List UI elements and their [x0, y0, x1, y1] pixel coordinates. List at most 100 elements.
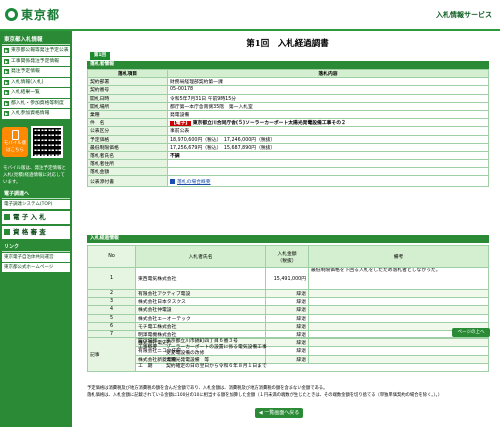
sidebar-link-tokyo-homepage[interactable]: 東京都公式ホームページ — [2, 262, 70, 272]
row-label: 開札場所 — [87, 101, 168, 111]
table-row: 契約部署 財務局経理部契約第一課 — [87, 77, 489, 87]
bid-no: 3 — [87, 297, 136, 307]
sidebar-link-joint-operation[interactable]: 東京電子自治体共同運営 — [2, 252, 70, 262]
back-to-list-button[interactable]: ◀ 一覧画面へ戻る — [255, 408, 303, 418]
table-row: 6 モチ電工株式会社 辞退 — [87, 321, 489, 331]
column-header-remarks: 備考 — [308, 245, 489, 268]
remarks-label: 記事 — [87, 336, 136, 373]
row-label: 公表添付書 — [87, 175, 168, 188]
remarks-table: 記事 履行場所 東京都立川市錦町四丁目６番３号 工事概要 ソーラーカーポートの設置に… — [87, 336, 489, 373]
table-row: 契約番号 05-00178 — [87, 85, 489, 95]
row-value: 05-00178 — [167, 85, 489, 95]
tokyo-emblem-icon — [5, 8, 18, 21]
table-row: 件 名【電子】 東京都立川合同庁舎(５)ソーラーカーポート太陽光発電設備工事その… — [87, 118, 489, 128]
bid-no: 5 — [87, 313, 136, 323]
table-row: 公表添付書 落札の場合概要 — [87, 175, 489, 188]
table-row: 業種 発電設備 — [87, 109, 489, 120]
column-header-content: 落札内容 — [167, 68, 489, 79]
winner-info-table: 落札項目 落札内容 契約部署 財務局経理部契約第一課 契約番号 05-00178 開… — [87, 68, 489, 188]
arrow-right-icon: ▶ — [4, 90, 9, 96]
qr-code-icon — [33, 127, 61, 156]
bid-amount: 辞退 — [265, 288, 309, 299]
mobile-note: モバイル版は、発注予定情報と入札(見積)経過情報に対応しています。 — [3, 165, 66, 185]
column-header-bidder: 入札者氏名 — [135, 245, 266, 268]
table-row: 落札者氏名 不調 — [87, 150, 489, 161]
arrow-right-icon: ▶ — [4, 111, 9, 117]
contract-title: 東京都立川合同庁舎(５)ソーラーカーポート太陽光発電設備工事その２ — [192, 121, 346, 127]
pdf-icon — [170, 178, 175, 184]
bid-remarks: 最低制限価格を下回る入札をしたため落札者としなかった。 — [308, 267, 489, 290]
table-row: 落札者住所 — [87, 159, 489, 169]
row-label: 契約部署 — [87, 77, 168, 87]
row-value: 落札の場合概要 — [167, 175, 489, 188]
row-label: 契約番号 — [87, 85, 168, 95]
sidebar-item-qualification[interactable]: ▶ 入札参加資格情報 — [2, 109, 70, 119]
row-label: 開札日時 — [87, 93, 168, 103]
sidebar-section-heading-links: リンク — [2, 243, 70, 252]
page-top-button[interactable]: ページの上へ — [452, 328, 490, 337]
bid-remarks — [308, 305, 489, 315]
mobile-badge[interactable]: モバイル版 はこちら — [2, 126, 28, 157]
sidebar-item-bid-info[interactable]: ▶ 入札情報(入札) — [2, 77, 70, 87]
header: 東京都 入札情報サービス — [0, 0, 500, 31]
mobile-promo[interactable]: モバイル版 はこちら — [2, 123, 70, 161]
table-row: 記事 履行場所 東京都立川市錦町四丁目６番３号 工事概要 ソーラーカーポートの設置に… — [87, 336, 489, 373]
bid-amount: 辞退 — [265, 297, 309, 307]
table-row: 予定価格 18,970,600円（税込） 17,246,000円（税抜） — [87, 134, 489, 144]
row-value: 事前公表 — [167, 126, 489, 136]
sidebar-item-bid-results[interactable]: ▶ 入札結果一覧 — [2, 88, 70, 98]
row-label: 落札者氏名 — [87, 150, 168, 161]
table-row: 1 東西電気株式会社 15,491,000円 最低制限価格を下回る入札をしたため… — [87, 267, 489, 290]
bidder-name: 東西電気株式会社 — [135, 267, 266, 290]
sidebar-item-construction-schedule[interactable]: ▶ 工事関係発注予定情報 — [2, 56, 70, 66]
sidebar-item-e-bidding[interactable]: 電 子 入 札 — [2, 210, 70, 224]
bid-amount: 辞退 — [265, 305, 309, 315]
sidebar-item-qualification-review[interactable]: 資 格 審 査 — [2, 225, 70, 239]
row-value: 令和5年7月31日 午前9時15分 — [167, 93, 489, 103]
bid-amount: 15,491,000円 — [265, 267, 309, 290]
table-row: 3 株式会社日本タスクス 辞退 — [87, 297, 489, 307]
bid-no: 1 — [87, 267, 136, 290]
bidder-name: モチ電工株式会社 — [135, 321, 266, 331]
sidebar-item-public-notice[interactable]: ▶ 東京都公報等発注予定公表 — [2, 46, 70, 56]
bid-no: 2 — [87, 288, 136, 299]
arrow-right-icon: ▶ — [4, 48, 9, 54]
section-header-bids: 入札経過情報 — [87, 235, 489, 243]
row-label: 公表区分 — [87, 126, 168, 136]
sidebar-link-e-procurement[interactable]: 電子調達システム(TOP) — [2, 199, 70, 209]
bid-amount: 辞退 — [265, 313, 309, 323]
sidebar-item-order-schedule[interactable]: ▶ 発注予定情報 — [2, 67, 70, 77]
round-badge: 第1回 — [90, 52, 110, 60]
table-row: 開札場所 都庁第一本庁舎南側35階 第一入札室 — [87, 101, 489, 111]
footnote-award-price: 落札価格は、入札金額に記載されている金額に100分の10に相当する額を加算した金… — [87, 392, 443, 398]
row-label: 落札者住所 — [87, 159, 168, 169]
table-row: 最低制限価格 17,256,679円（税込） 15,687,890円（税抜） — [87, 142, 489, 152]
row-value — [167, 167, 489, 177]
column-header-item: 落札項目 — [87, 68, 168, 79]
sidebar-item-bid-system[interactable]: ▶ 都入札・参加資格等制度 — [2, 98, 70, 108]
summary-link[interactable]: 落札の場合概要 — [177, 180, 211, 185]
row-label: 予定価格 — [87, 134, 168, 144]
sidebar-section-heading: 東京都入札情報 — [2, 35, 70, 45]
table-row: 5 株式会社エーオーテック 辞退 — [87, 313, 489, 323]
service-title: 入札情報サービス — [436, 11, 492, 19]
row-value: 発電設備 — [167, 109, 489, 120]
sidebar: 東京都入札情報 ▶ 東京都公報等発注予定公表 ▶ 工事関係発注予定情報 ▶ 発注予定情… — [0, 31, 72, 427]
smartphone-icon — [11, 129, 19, 140]
arrow-right-icon: ▶ — [4, 79, 9, 85]
bid-remarks — [308, 313, 489, 323]
row-label: 業種 — [87, 109, 168, 120]
row-value: 【電子】 東京都立川合同庁舎(５)ソーラーカーポート太陽光発電設備工事その２ — [167, 118, 489, 128]
bidder-name: 株式会社仲電設 — [135, 305, 266, 315]
bidder-name: 株式会社エーオーテック — [135, 313, 266, 323]
table-row: 公表区分 事前公表 — [87, 126, 489, 136]
row-value: 不調 — [167, 150, 489, 161]
table-row: 開札日時 令和5年7月31日 午前9時15分 — [87, 93, 489, 103]
bid-amount: 辞退 — [265, 321, 309, 331]
table-row: 2 有限会社アクティブ電設 辞退 — [87, 288, 489, 299]
arrow-right-icon: ▶ — [4, 69, 9, 75]
tokyo-logo[interactable]: 東京都 — [5, 6, 60, 23]
table-header-row: No 入札者氏名 入札金額 （税抜） 備考 — [87, 245, 489, 268]
remarks-line: 工 期契約確定の日の翌日から令和６年８月１日まで — [138, 363, 267, 369]
bidder-name: 株式会社日本タスクス — [135, 297, 266, 307]
